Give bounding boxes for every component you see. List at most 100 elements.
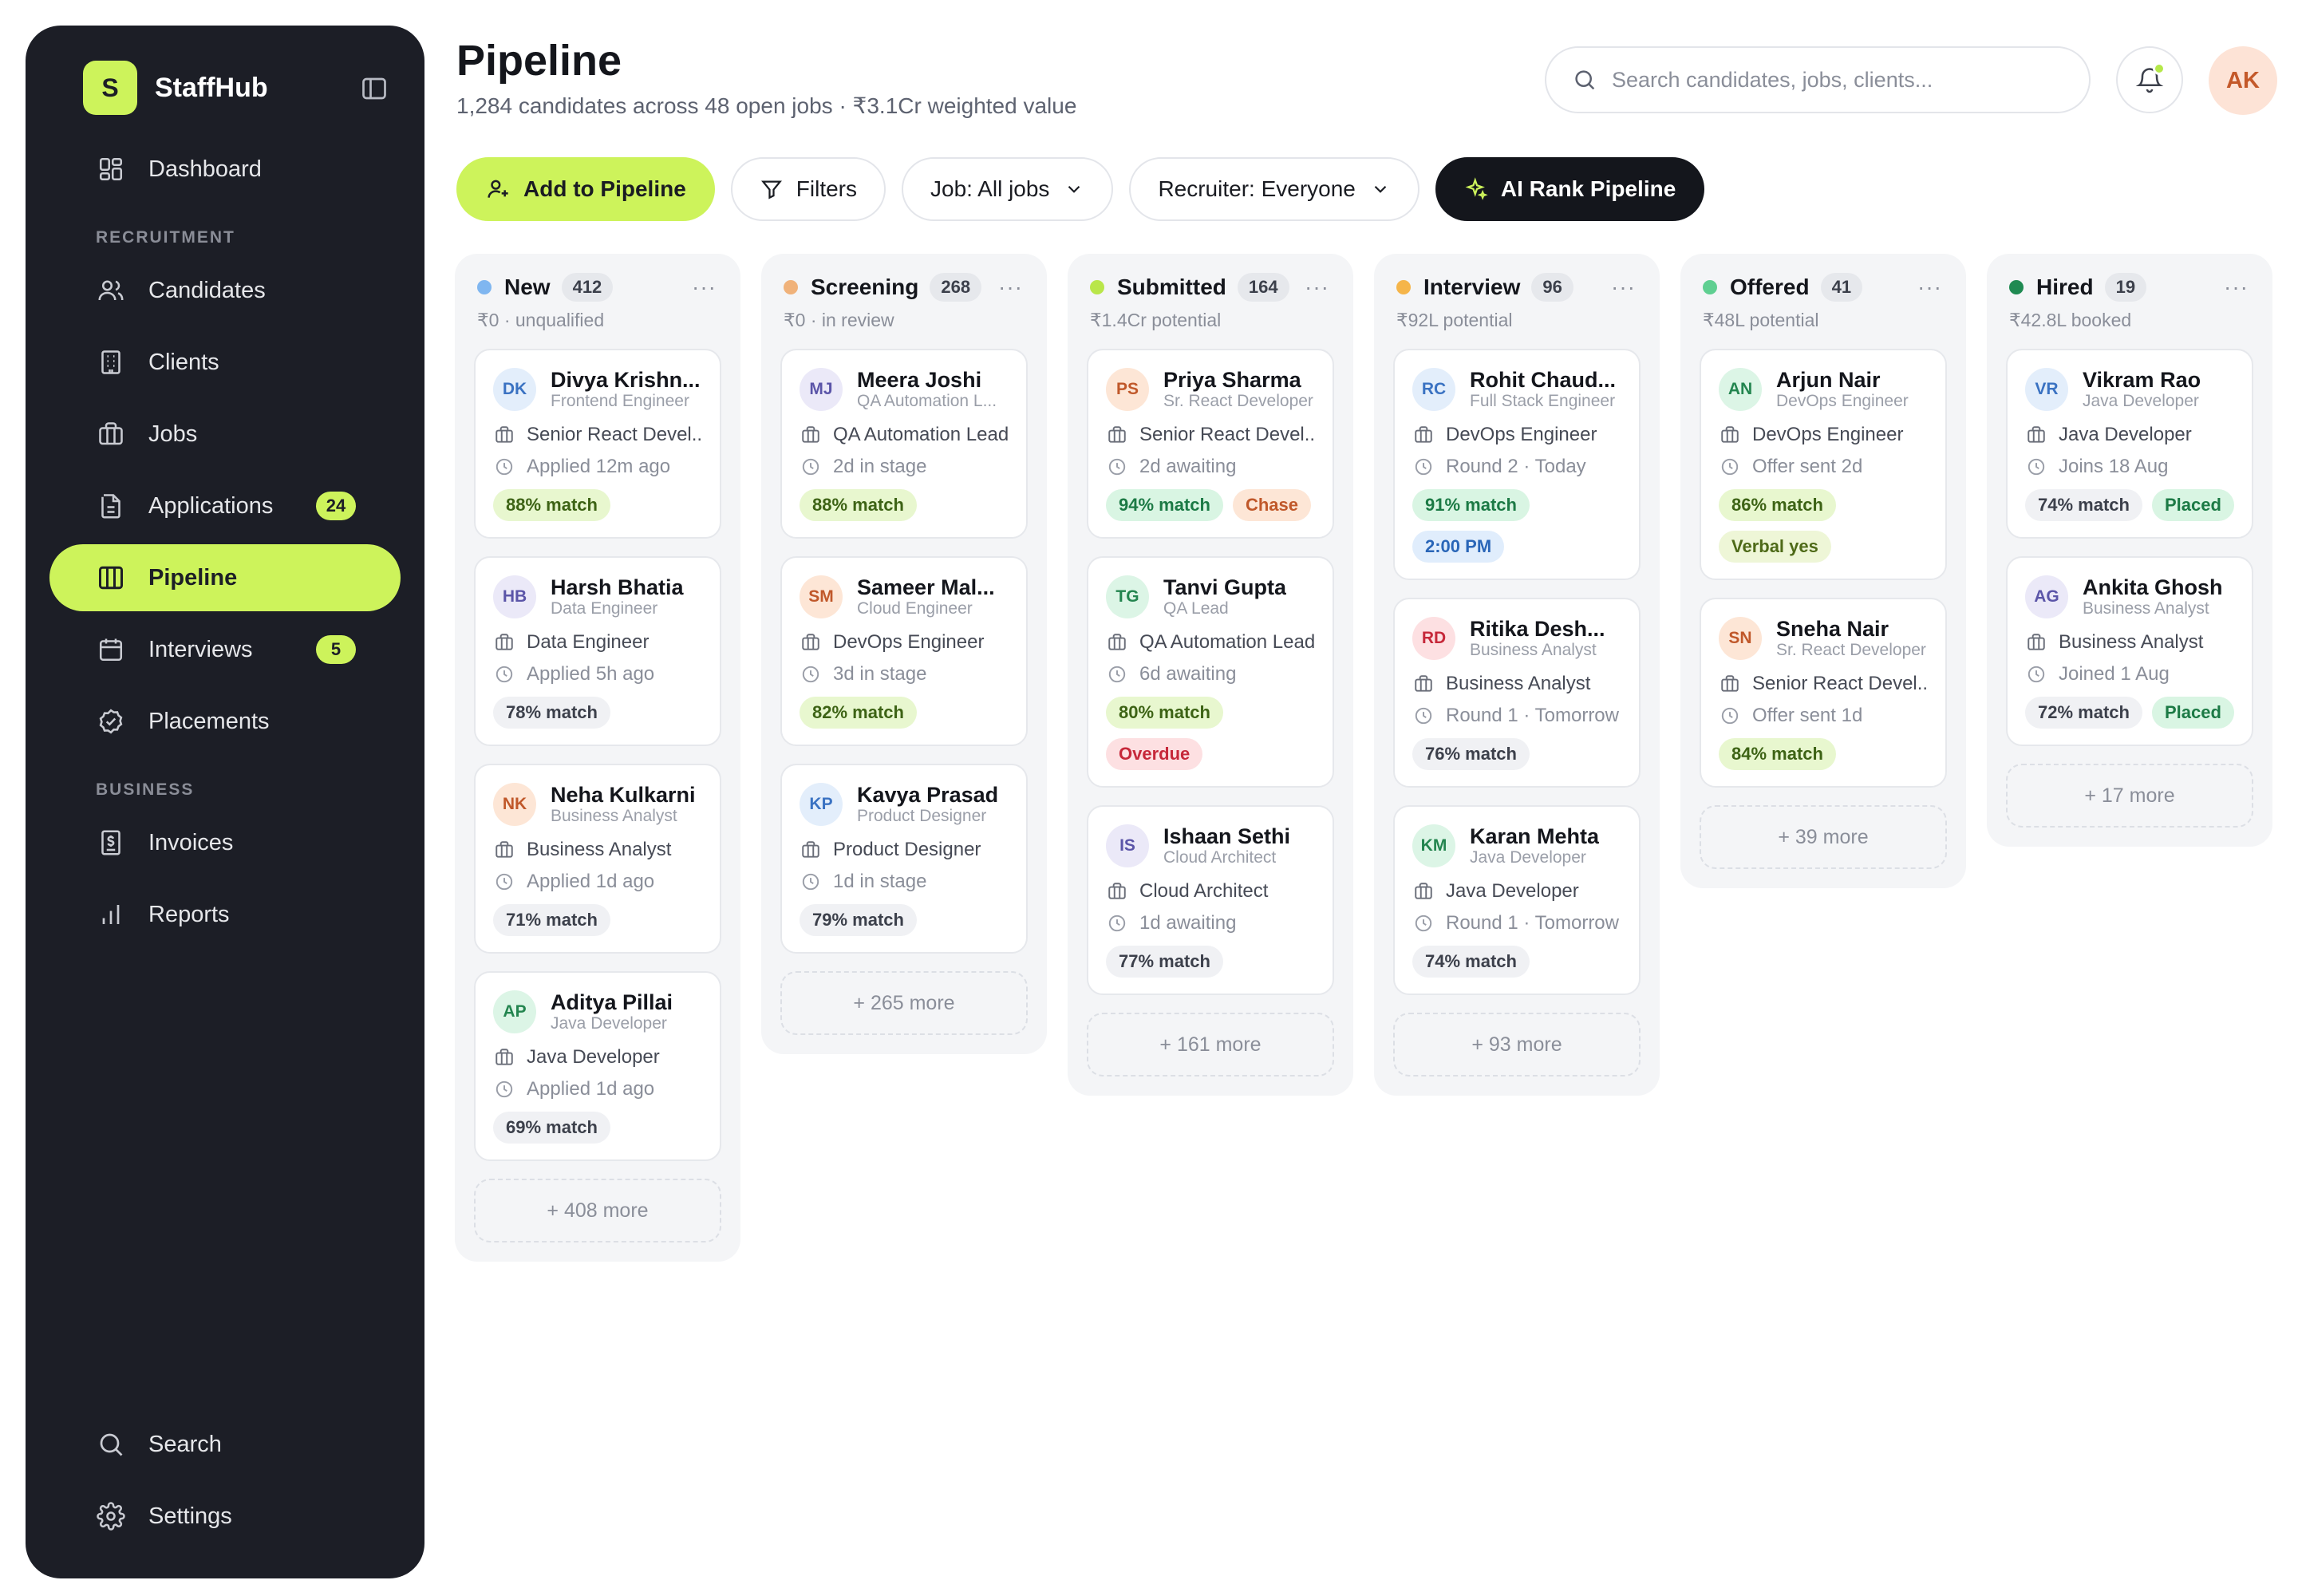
section-label-recruitment: RECRUITMENT [96, 228, 235, 247]
more-options-icon[interactable]: ··· [998, 275, 1028, 300]
candidate-info: Karan Mehta Java Developer [1470, 824, 1599, 867]
column-header: Submitted 164 ··· [1087, 271, 1334, 303]
job-row: Java Developer [2025, 424, 2234, 446]
candidate-card[interactable]: RD Ritika Desh... Business Analyst Business… [1393, 598, 1641, 788]
sidebar-item-jobs[interactable]: Jobs [49, 401, 401, 468]
show-more-button[interactable]: + 408 more [474, 1179, 721, 1242]
time-row: Applied 12m ago [493, 456, 702, 478]
column-count: 412 [561, 273, 614, 302]
candidate-card[interactable]: TG Tanvi Gupta QA Lead QA Automation Lead 6d… [1087, 556, 1334, 788]
sidebar-item-pipeline[interactable]: Pipeline [49, 544, 401, 611]
ai-rank-pipeline-button[interactable]: AI Rank Pipeline [1435, 157, 1705, 221]
time-row: Round 2 · Today [1412, 456, 1621, 478]
candidate-card[interactable]: RC Rohit Chaud... Full Stack Engineer DevOp… [1393, 349, 1641, 580]
sidebar-item-reports[interactable]: Reports [49, 881, 401, 948]
more-options-icon[interactable]: ··· [1305, 275, 1334, 300]
candidate-card[interactable]: AN Arjun Nair DevOps Engineer DevOps Engine… [1700, 349, 1947, 580]
column-value: ₹0 · unqualified [477, 310, 605, 330]
recruiter-filter-select[interactable]: Recruiter: Everyone [1129, 157, 1419, 221]
clock-icon [1412, 456, 1435, 478]
clock-icon [1106, 663, 1128, 685]
show-more-button[interactable]: + 17 more [2006, 764, 2253, 828]
sidebar-toggle-button[interactable] [356, 70, 393, 107]
time-in-stage: Joins 18 Aug [2059, 456, 2169, 477]
job-row: Data Engineer [493, 631, 702, 654]
sidebar-toggle-icon [362, 77, 386, 100]
filters-button[interactable]: Filters [730, 157, 886, 221]
document-icon [96, 491, 126, 521]
candidate-card[interactable]: MJ Meera Joshi QA Automation L... QA Automa… [780, 349, 1028, 539]
job-row: Java Developer [493, 1046, 702, 1069]
user-avatar[interactable]: AK [2209, 46, 2277, 115]
clock-icon [1719, 705, 1741, 727]
recruiter-filter-label: Recruiter: Everyone [1158, 176, 1356, 201]
show-more-button[interactable]: + 39 more [1700, 805, 1947, 869]
search-input[interactable] [1612, 67, 2059, 93]
candidate-card[interactable]: AP Aditya Pillai Java Developer Java Develo… [474, 971, 721, 1161]
candidate-avatar: SN [1719, 617, 1762, 660]
add-to-pipeline-button[interactable]: Add to Pipeline [456, 157, 715, 221]
job-title: QA Automation Lead [1139, 631, 1315, 653]
more-options-icon[interactable]: ··· [1611, 275, 1641, 300]
calendar-icon [96, 634, 126, 665]
candidate-card[interactable]: NK Neha Kulkarni Business Analyst Business … [474, 764, 721, 954]
candidate-avatar: PS [1106, 368, 1149, 411]
sidebar-item-clients[interactable]: Clients [49, 329, 401, 396]
status-badge: 2:00 PM [1412, 531, 1505, 563]
match-badge: 86% match [1719, 489, 1836, 521]
brand[interactable]: S StaffHub [49, 57, 401, 118]
candidate-role: Full Stack Engineer [1470, 392, 1616, 410]
card-header: TG Tanvi Gupta QA Lead [1106, 575, 1315, 618]
candidate-role: Cloud Architect [1163, 848, 1277, 867]
candidate-card[interactable]: AG Ankita Ghosh Business Analyst Business A… [2006, 556, 2253, 746]
filter-icon [760, 177, 784, 201]
interviews-badge: 5 [316, 635, 356, 664]
column-title: Hired [2036, 275, 2094, 299]
sidebar-item-settings[interactable]: Settings [49, 1483, 401, 1550]
global-search[interactable] [1545, 46, 2091, 113]
candidate-card[interactable]: VR Vikram Rao Java Developer Java Developer… [2006, 349, 2253, 539]
candidate-card[interactable]: PS Priya Sharma Sr. React Developer Senior … [1087, 349, 1334, 539]
candidate-card[interactable]: IS Ishaan Sethi Cloud Architect Cloud Archi… [1087, 805, 1334, 995]
time-in-stage: Offer sent 2d [1752, 456, 1863, 477]
briefcase-icon [1412, 673, 1435, 695]
sidebar-item-applications[interactable]: Applications 24 [49, 472, 401, 539]
column-submitted: Submitted 164 ··· ₹1.4Cr potential PS Priya S… [1068, 254, 1353, 1096]
sidebar-item-placements[interactable]: Placements [49, 688, 401, 755]
show-more-button[interactable]: + 93 more [1393, 1013, 1641, 1077]
job-title: Business Analyst [527, 839, 672, 860]
sidebar-item-invoices[interactable]: Invoices [49, 809, 401, 876]
notifications-button[interactable] [2116, 46, 2183, 113]
card-header: KP Kavya Prasad Product Designer [800, 783, 1009, 826]
candidate-card[interactable]: SM Sameer Mal... Cloud Engineer DevOps Engi… [780, 556, 1028, 746]
more-options-icon[interactable]: ··· [692, 275, 721, 300]
sidebar-item-interviews[interactable]: Interviews 5 [49, 616, 401, 683]
candidate-card[interactable]: SN Sneha Nair Sr. React Developer Senior Re… [1700, 598, 1947, 788]
candidate-info: Kavya Prasad Product Designer [857, 783, 998, 826]
notification-dot [2153, 62, 2166, 75]
job-row: QA Automation Lead [1106, 631, 1315, 654]
sidebar-item-dashboard[interactable]: Dashboard [49, 136, 401, 203]
job-title: Senior React Devel... [1752, 673, 1928, 694]
briefcase-icon [493, 424, 515, 446]
candidate-card[interactable]: HB Harsh Bhatia Data Engineer Data Engineer… [474, 556, 721, 746]
more-options-icon[interactable]: ··· [1917, 275, 1947, 300]
show-more-button[interactable]: + 265 more [780, 971, 1028, 1035]
candidate-card[interactable]: KP Kavya Prasad Product Designer Product De… [780, 764, 1028, 954]
time-in-stage: 1d in stage [833, 871, 927, 892]
candidate-name: Aditya Pillai [551, 990, 673, 1014]
sidebar-item-search[interactable]: Search [49, 1411, 401, 1478]
job-filter-select[interactable]: Job: All jobs [902, 157, 1114, 221]
show-more-button[interactable]: + 161 more [1087, 1013, 1334, 1077]
candidate-card[interactable]: KM Karan Mehta Java Developer Java Develope… [1393, 805, 1641, 995]
sidebar-item-label: Placements [148, 708, 270, 734]
job-title: Product Designer [833, 839, 981, 860]
card-header: IS Ishaan Sethi Cloud Architect [1106, 824, 1315, 867]
card-header: KM Karan Mehta Java Developer [1412, 824, 1621, 867]
more-options-icon[interactable]: ··· [2224, 275, 2253, 300]
card-tags: 82% match [800, 697, 1009, 729]
sidebar-item-candidates[interactable]: Candidates [49, 257, 401, 324]
brand-name: StaffHub [155, 72, 268, 103]
candidate-card[interactable]: DK Divya Krishn... Frontend Engineer Senior… [474, 349, 721, 539]
card-tags: 72% match Placed [2025, 697, 2234, 729]
